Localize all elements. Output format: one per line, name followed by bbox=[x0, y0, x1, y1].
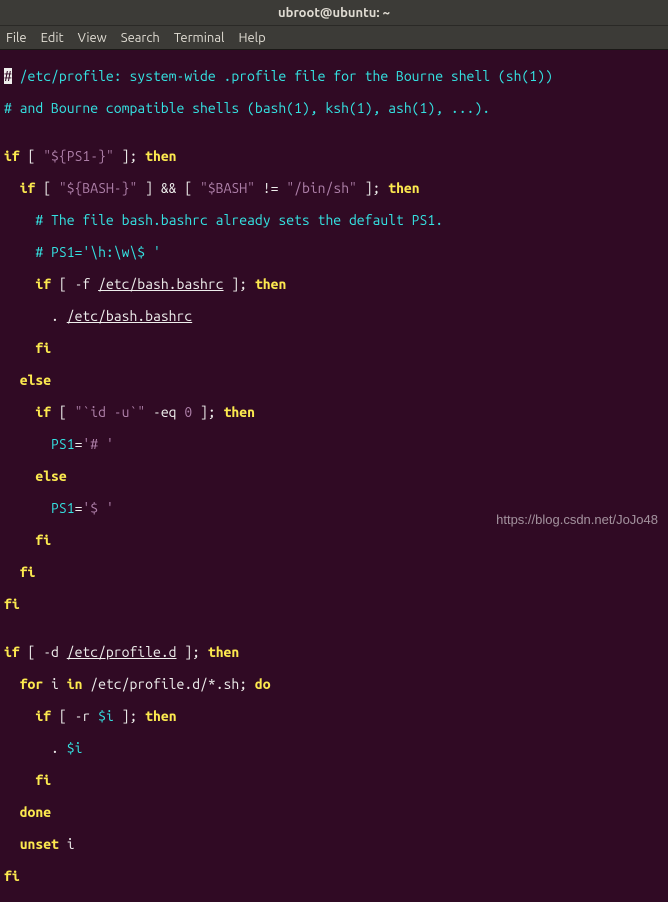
menu-terminal[interactable]: Terminal bbox=[174, 31, 225, 45]
code-line: if [ -d /etc/profile.d ]; then bbox=[4, 644, 664, 660]
window-titlebar: ubroot@ubuntu: ~ bbox=[0, 0, 668, 26]
code-line: else bbox=[4, 372, 664, 388]
code-line: fi bbox=[4, 564, 664, 580]
code-line: # PS1='\h:\w\$ ' bbox=[4, 244, 664, 260]
menu-help[interactable]: Help bbox=[238, 31, 265, 45]
code-line: fi bbox=[4, 532, 664, 548]
code-line: PS1='# ' bbox=[4, 436, 664, 452]
menu-view[interactable]: View bbox=[78, 31, 107, 45]
terminal-content[interactable]: # /etc/profile: system-wide .profile fil… bbox=[0, 50, 668, 902]
code-line: for i in /etc/profile.d/*.sh; do bbox=[4, 676, 664, 692]
code-line: # /etc/profile: system-wide .profile fil… bbox=[4, 68, 664, 84]
code-line: unset i bbox=[4, 836, 664, 852]
code-line: done bbox=[4, 804, 664, 820]
code-line: fi bbox=[4, 868, 664, 884]
code-line: if [ "${BASH-}" ] && [ "$BASH" != "/bin/… bbox=[4, 180, 664, 196]
watermark: https://blog.csdn.net/JoJo48 bbox=[496, 512, 658, 527]
code-line: fi bbox=[4, 596, 664, 612]
code-line: if [ "`id -u`" -eq 0 ]; then bbox=[4, 404, 664, 420]
code-line: . /etc/bash.bashrc bbox=[4, 308, 664, 324]
window-title: ubroot@ubuntu: ~ bbox=[278, 6, 390, 20]
code-line: # The file bash.bashrc already sets the … bbox=[4, 212, 664, 228]
code-line: if [ "${PS1-}" ]; then bbox=[4, 148, 664, 164]
menu-file[interactable]: File bbox=[6, 31, 27, 45]
cursor: # bbox=[4, 68, 12, 84]
code-line: else bbox=[4, 468, 664, 484]
code-line: # and Bourne compatible shells (bash(1),… bbox=[4, 100, 664, 116]
menu-edit[interactable]: Edit bbox=[41, 31, 64, 45]
code-line: if [ -f /etc/bash.bashrc ]; then bbox=[4, 276, 664, 292]
code-line: . $i bbox=[4, 740, 664, 756]
menubar: File Edit View Search Terminal Help bbox=[0, 26, 668, 50]
code-line: fi bbox=[4, 772, 664, 788]
code-line: if [ -r $i ]; then bbox=[4, 708, 664, 724]
code-line: fi bbox=[4, 340, 664, 356]
menu-search[interactable]: Search bbox=[121, 31, 160, 45]
